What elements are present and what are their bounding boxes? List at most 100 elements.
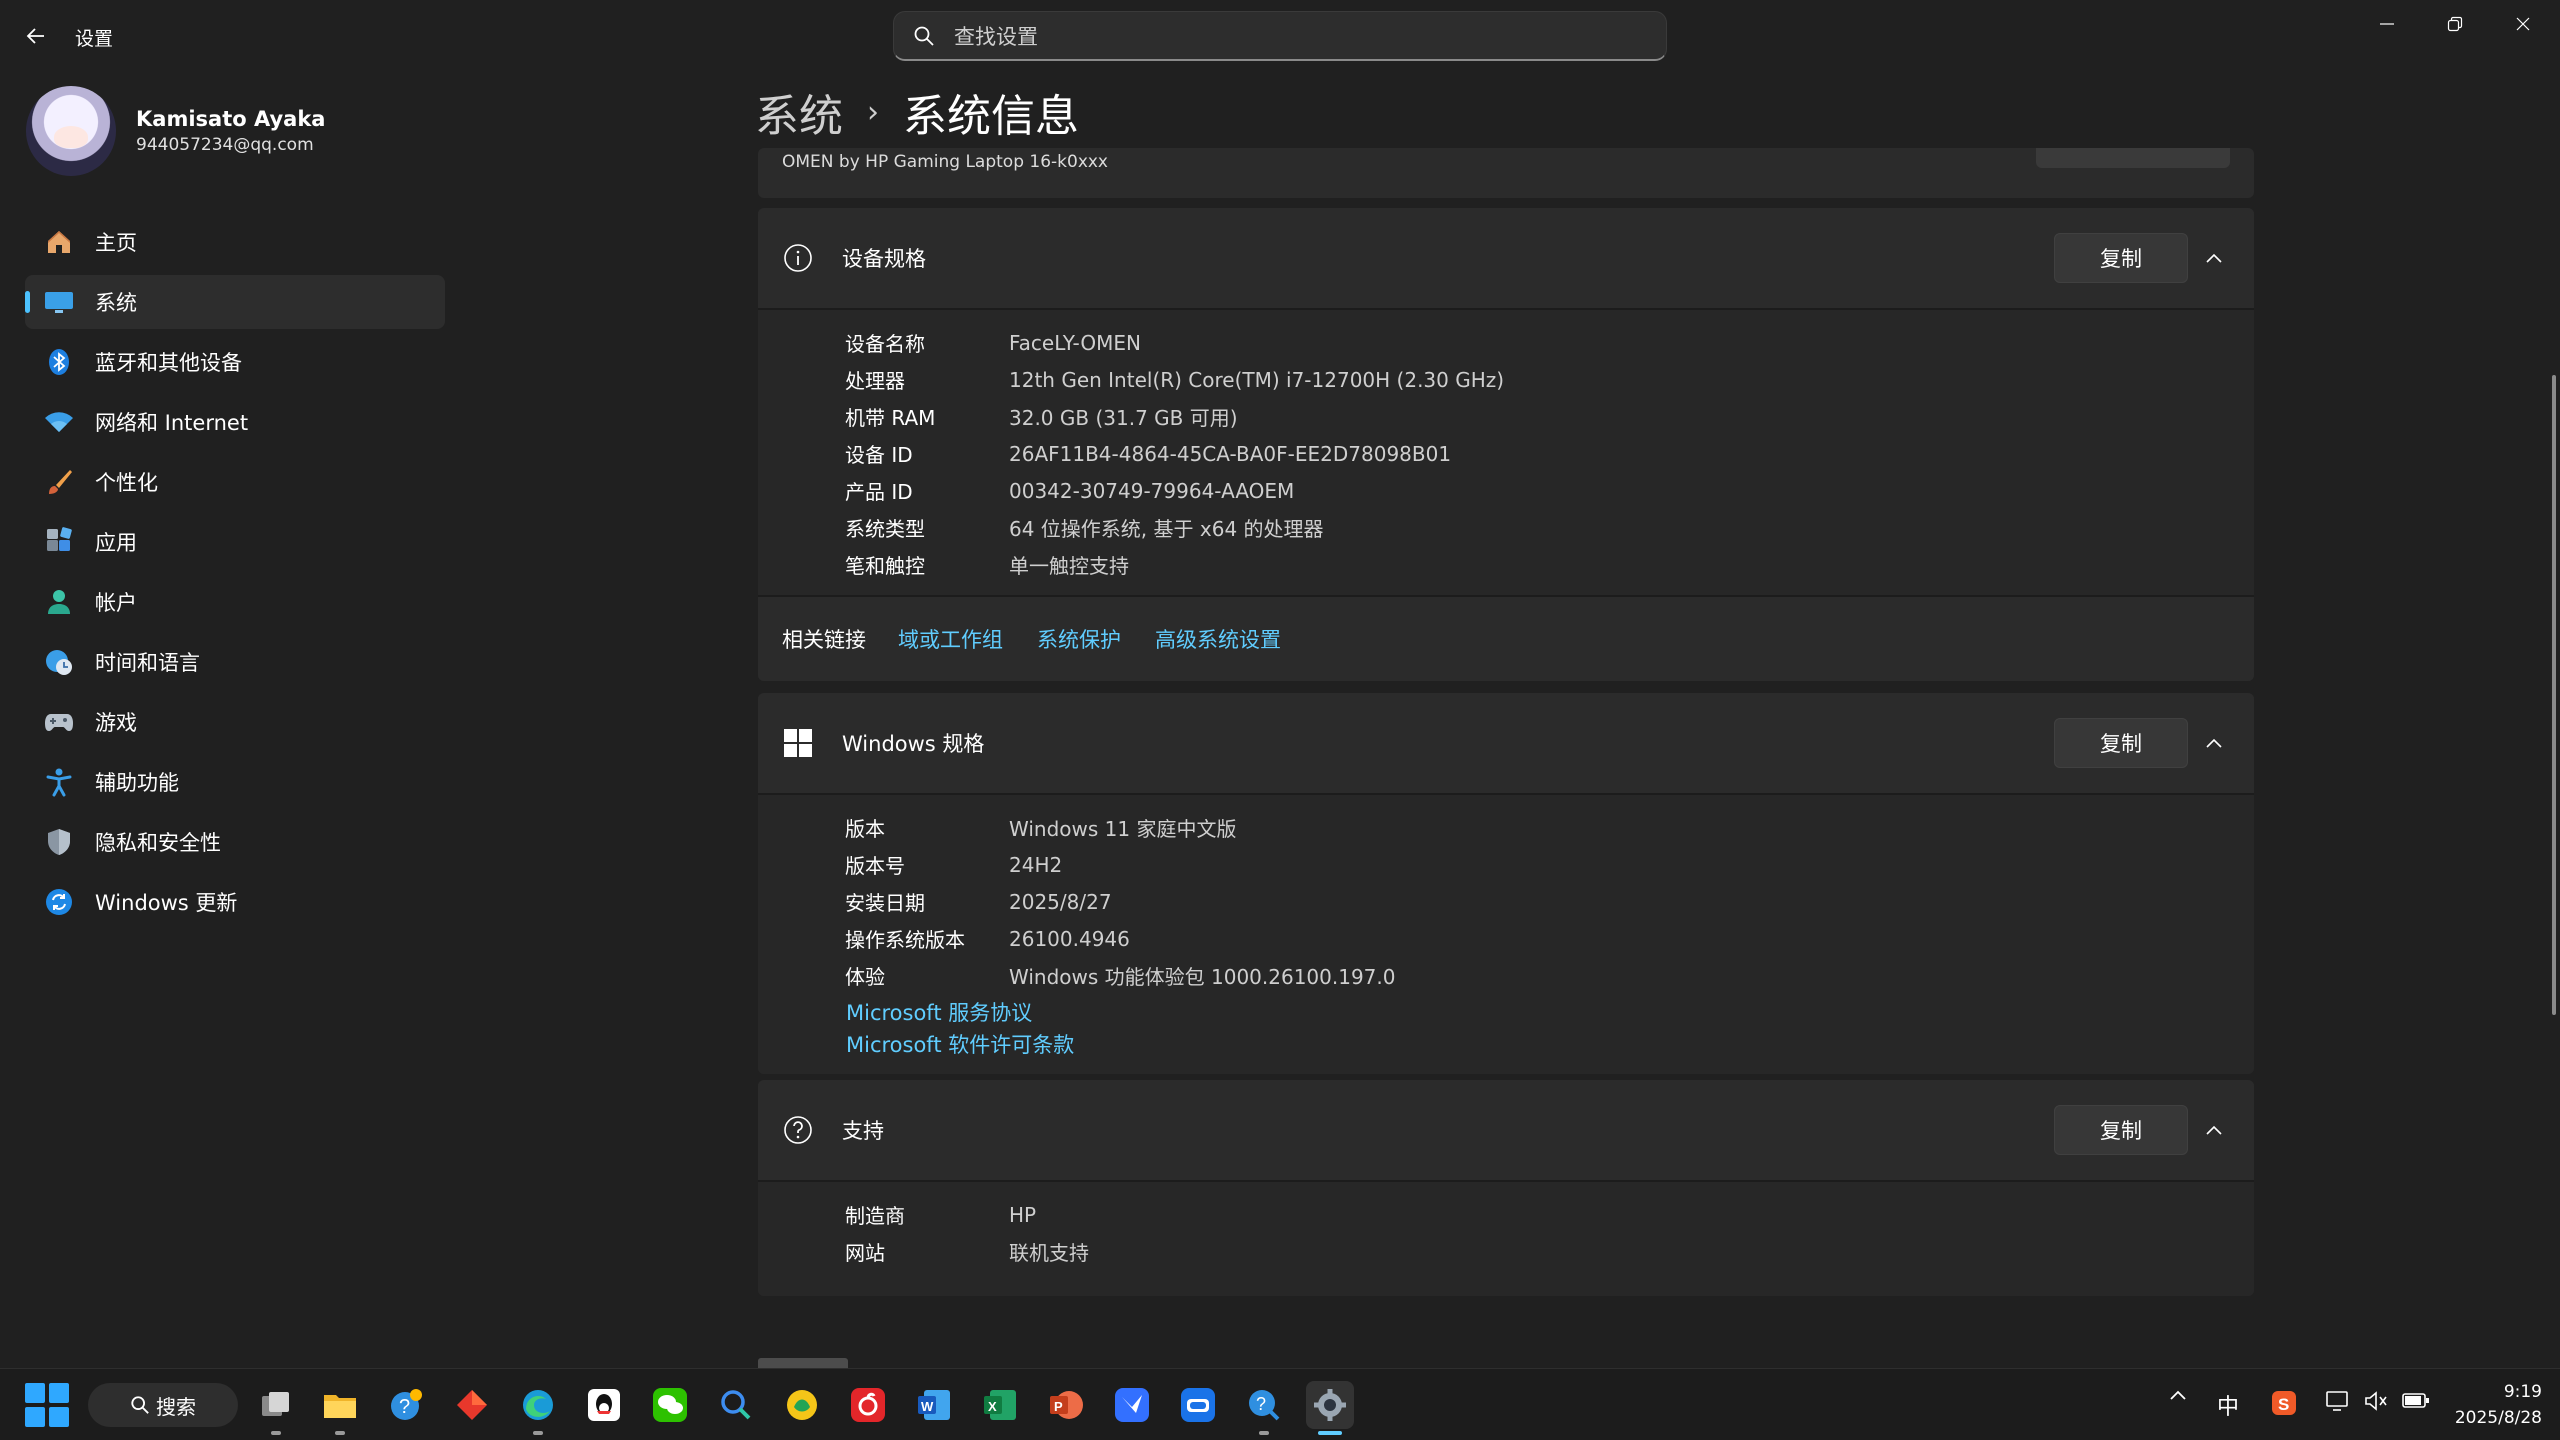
edge-icon[interactable]	[514, 1381, 562, 1435]
sidebar-item-privacy[interactable]: 隐私和安全性	[25, 815, 445, 869]
search-box[interactable]: 查找设置	[893, 11, 1667, 61]
globe-clock-icon	[39, 646, 79, 678]
device-specs-header[interactable]: 设备规格 复制	[758, 208, 2254, 308]
sidebar-item-network[interactable]: 网络和 Internet	[25, 395, 445, 449]
sogou-input-icon[interactable]: S	[2264, 1389, 2304, 1417]
spec-key: 制造商	[845, 1204, 905, 1228]
sidebar-item-label: 主页	[95, 231, 137, 255]
link-advanced-system-settings[interactable]: 高级系统设置	[1155, 624, 1281, 654]
meeting-icon[interactable]	[1174, 1381, 1222, 1429]
breadcrumb-parent[interactable]: 系统	[755, 80, 843, 144]
wechat-icon[interactable]	[646, 1381, 694, 1429]
sidebar-item-windows-update[interactable]: Windows 更新	[25, 875, 445, 929]
ime-indicator[interactable]: 中	[2208, 1389, 2248, 1421]
sidebar-item-gaming[interactable]: 游戏	[25, 695, 445, 749]
chat-search-icon[interactable]	[712, 1381, 760, 1429]
sidebar-item-system[interactable]: 系统	[25, 275, 445, 329]
start-button[interactable]	[25, 1383, 69, 1427]
sidebar-item-accounts[interactable]: 帐户	[25, 575, 445, 629]
battery-icon[interactable]	[2396, 1389, 2436, 1411]
chevron-up-icon[interactable]	[2160, 1389, 2196, 1401]
windows-logo-icon	[49, 1407, 69, 1427]
chevron-up-icon[interactable]	[2194, 238, 2234, 278]
spec-key: 设备 ID	[845, 443, 913, 467]
minimize-icon	[2380, 23, 2394, 25]
rename-button[interactable]	[2036, 148, 2230, 168]
system-clock[interactable]: 9:19 2025/8/28	[2455, 1379, 2542, 1431]
spec-key: 设备名称	[845, 332, 925, 356]
related-links-label: 相关链接	[782, 628, 866, 652]
red-diamond-app-icon[interactable]	[448, 1381, 496, 1429]
spec-row: 制造商 HP	[758, 1196, 2254, 1233]
brush-icon	[39, 466, 79, 498]
windows-logo-icon	[49, 1383, 69, 1403]
svg-text:W: W	[921, 1399, 934, 1414]
back-button[interactable]	[18, 18, 54, 54]
sidebar-item-apps[interactable]: 应用	[25, 515, 445, 569]
excel-icon[interactable]: X	[976, 1381, 1024, 1429]
chevron-up-icon[interactable]	[2194, 1110, 2234, 1150]
sidebar-nav: 主页 系统 蓝牙和其他设备 网络和 Internet 个性化 应用 帐户 时间和…	[25, 215, 445, 935]
spec-value: HP	[1009, 1202, 1037, 1227]
powerpoint-icon[interactable]: P	[1042, 1381, 1090, 1429]
spec-key: 笔和触控	[845, 554, 925, 578]
minimize-button[interactable]	[2353, 0, 2421, 48]
link-online-support[interactable]: 联机支持	[1009, 1237, 1089, 1266]
user-profile[interactable]: Kamisato Ayaka 944057234@qq.com	[26, 85, 325, 177]
link-license-terms[interactable]: Microsoft 软件许可条款	[846, 1028, 2254, 1060]
sidebar-item-personalization[interactable]: 个性化	[25, 455, 445, 509]
spec-row: 系统类型 64 位操作系统, 基于 x64 的处理器	[758, 509, 2254, 546]
support-body: 制造商 HP 网站 联机支持	[758, 1180, 2254, 1296]
svg-text:S: S	[2278, 1395, 2289, 1414]
search-placeholder[interactable]: 查找设置	[954, 21, 1038, 51]
link-system-protection[interactable]: 系统保护	[1037, 624, 1121, 654]
feishu-icon[interactable]	[1108, 1381, 1156, 1429]
copy-button[interactable]: 复制	[2054, 233, 2188, 283]
link-domain-workgroup[interactable]: 域或工作组	[898, 624, 1003, 654]
scrollbar[interactable]	[2552, 375, 2556, 1015]
link-service-agreement[interactable]: Microsoft 服务协议	[846, 996, 2254, 1028]
close-icon	[2516, 17, 2530, 31]
taskbar: 搜索 ? W X P ? 中 S 9:19 2025/8/28	[0, 1368, 2560, 1440]
gold-app-icon[interactable]	[778, 1381, 826, 1429]
help-icon[interactable]: ?	[1240, 1381, 1288, 1435]
info-icon	[758, 243, 838, 273]
windows-logo-icon	[25, 1407, 45, 1427]
spec-row: 网站 联机支持	[758, 1233, 2254, 1270]
windows-specs-body: 版本 Windows 11 家庭中文版 版本号 24H2 安装日期 2025/8/27…	[758, 793, 2254, 1074]
sidebar-item-time-language[interactable]: 时间和语言	[25, 635, 445, 689]
taskbar-search-label: 搜索	[156, 1394, 196, 1419]
app-title: 设置	[75, 28, 114, 50]
settings-icon[interactable]	[1306, 1381, 1354, 1435]
volume-muted-icon[interactable]	[2358, 1389, 2394, 1413]
qq-icon[interactable]	[580, 1381, 628, 1429]
bluetooth-icon	[39, 346, 79, 378]
section-title: 支持	[842, 1119, 884, 1143]
spec-key: 网站	[845, 1241, 885, 1265]
spec-key: 安装日期	[845, 891, 925, 915]
copy-button[interactable]: 复制	[2054, 718, 2188, 768]
sidebar-item-label: 网络和 Internet	[95, 411, 249, 435]
word-icon[interactable]: W	[910, 1381, 958, 1429]
copy-button[interactable]: 复制	[2054, 1105, 2188, 1155]
user-name: Kamisato Ayaka	[136, 107, 326, 131]
device-specs-section: 设备规格 复制 设备名称 FaceLY-OMEN 处理器 12th Gen Inte…	[758, 208, 2254, 681]
section-title: 设备规格	[842, 247, 926, 271]
support-header[interactable]: 支持 复制	[758, 1080, 2254, 1180]
windows-specs-header[interactable]: Windows 规格 复制	[758, 693, 2254, 793]
spec-value: Windows 11 家庭中文版	[1009, 817, 1237, 841]
sidebar-item-home[interactable]: 主页	[25, 215, 445, 269]
file-explorer-icon[interactable]	[316, 1381, 364, 1435]
sidebar-item-bluetooth[interactable]: 蓝牙和其他设备	[25, 335, 445, 389]
close-button[interactable]	[2489, 0, 2557, 48]
restore-button[interactable]	[2421, 0, 2489, 48]
netease-music-icon[interactable]	[844, 1381, 892, 1429]
task-view-icon[interactable]	[252, 1381, 300, 1435]
network-icon[interactable]	[2320, 1389, 2356, 1413]
tips-icon[interactable]: ?	[382, 1381, 430, 1429]
sidebar-item-accessibility[interactable]: 辅助功能	[25, 755, 445, 809]
taskbar-search[interactable]: 搜索	[88, 1383, 238, 1427]
chevron-up-icon[interactable]	[2194, 723, 2234, 763]
back-arrow-icon	[26, 28, 44, 44]
spec-value: 32.0 GB (31.7 GB 可用)	[1009, 406, 1238, 430]
